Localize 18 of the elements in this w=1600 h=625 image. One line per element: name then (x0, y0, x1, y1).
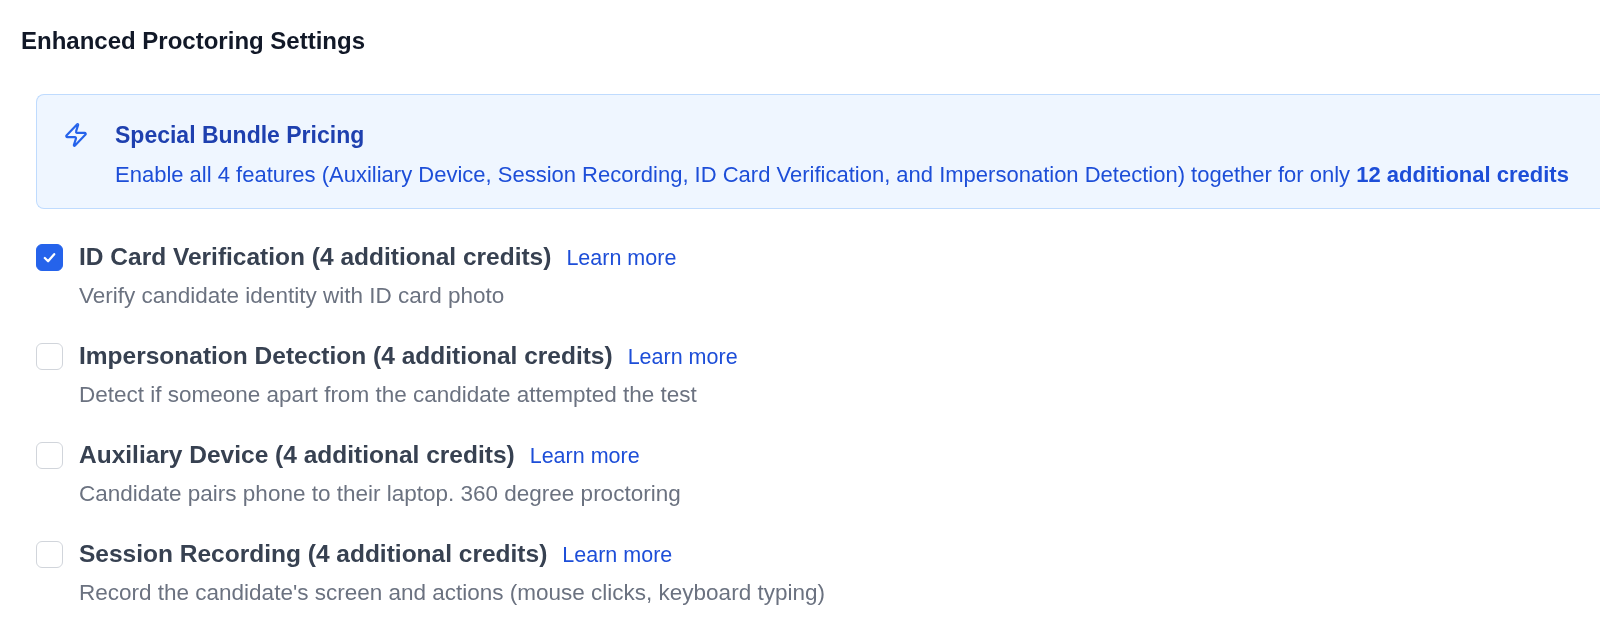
option-label: Impersonation Detection (4 additional credits) (79, 341, 613, 371)
lightning-icon (63, 122, 89, 148)
option-label: Auxiliary Device (4 additional credits) (79, 440, 515, 470)
learn-more-link[interactable]: Learn more (566, 244, 677, 272)
option-description: Candidate pairs phone to their laptop. 360 degree proctoring (79, 480, 681, 508)
option-label: Session Recording (4 additional credits) (79, 539, 548, 569)
section-title: Enhanced Proctoring Settings (21, 26, 366, 56)
banner-title: Special Bundle Pricing (115, 121, 365, 150)
option-description: Detect if someone apart from the candidate attempted the test (79, 381, 697, 409)
learn-more-link[interactable]: Learn more (627, 343, 738, 371)
option-label: ID Card Verification (4 additional credits) (79, 242, 552, 272)
option-description: Record the candidate's screen and actions (mouse clicks, keyboard typing) (79, 579, 825, 607)
checkbox[interactable] (36, 244, 63, 271)
check-icon (42, 250, 57, 265)
learn-more-link[interactable]: Learn more (562, 541, 673, 569)
learn-more-link[interactable]: Learn more (529, 442, 640, 470)
banner-description: Enable all 4 features (Auxiliary Device, Session Recording, ID Card Verification, and Impersonation Detection) together for only 12 additional credits (115, 161, 1569, 189)
option-description: Verify candidate identity with ID card photo (79, 282, 505, 310)
